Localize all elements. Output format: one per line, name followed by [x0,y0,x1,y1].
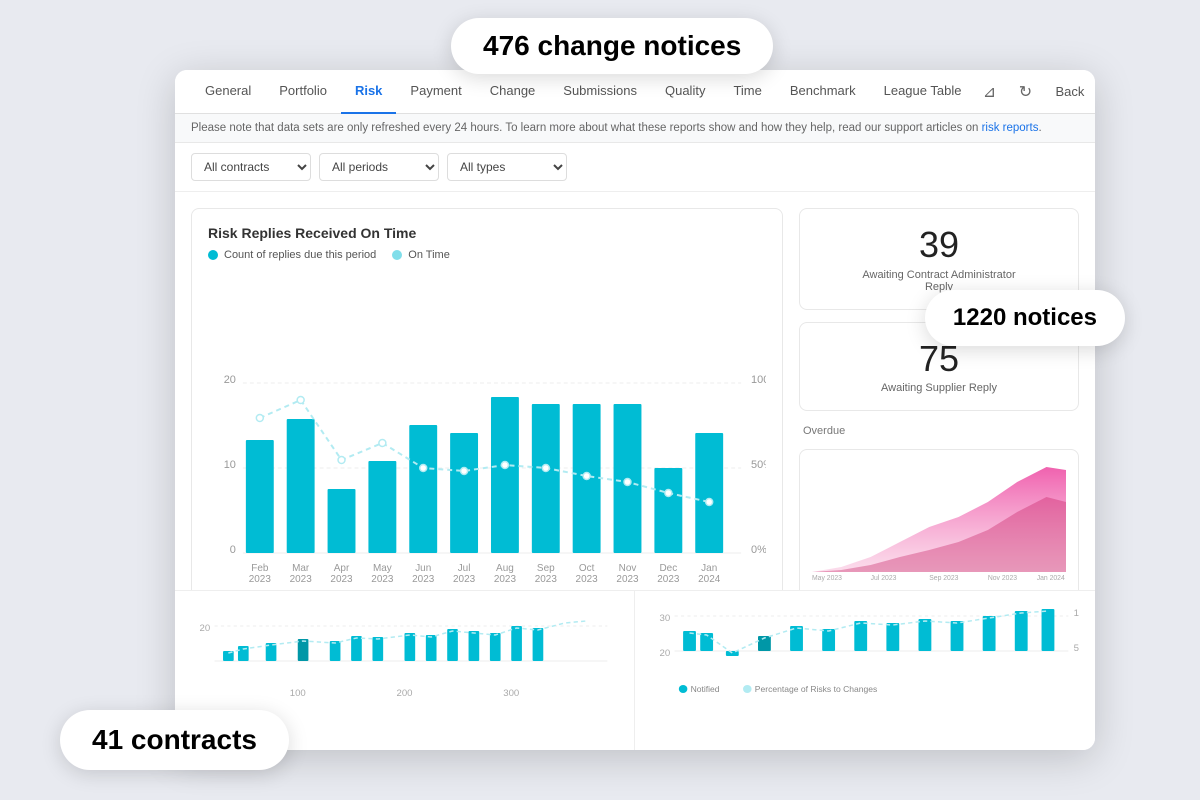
stat-label-ca: Awaiting Contract AdministratorReply [816,269,1062,293]
tab-submissions[interactable]: Submissions [549,70,651,114]
bottom-charts: 20 100 200 300 [175,590,1095,750]
chart-legend: Count of replies due this period On Time [208,249,766,261]
legend-dot-replies [208,250,218,260]
bottom-chart-right: 30 20 100% 50% [635,591,1095,750]
svg-text:100: 100 [290,688,306,698]
tab-payment[interactable]: Payment [396,70,475,114]
svg-text:2023: 2023 [494,574,517,585]
tab-league-table[interactable]: League Table [870,70,976,114]
svg-text:Apr: Apr [334,563,350,574]
contracts-pill: 41 contracts [60,710,289,770]
svg-text:20: 20 [200,623,211,633]
svg-text:300: 300 [503,688,519,698]
svg-text:2024: 2024 [698,574,721,585]
change-notices-pill: 476 change notices [451,18,773,74]
svg-text:0: 0 [230,544,236,556]
svg-text:2023: 2023 [453,574,476,585]
svg-text:Mar: Mar [292,563,310,574]
svg-text:Sep: Sep [537,563,555,574]
svg-text:Jul: Jul [458,563,471,574]
svg-text:2023: 2023 [290,574,313,585]
svg-text:Dec: Dec [659,563,677,574]
svg-text:30: 30 [660,613,671,623]
svg-text:0%: 0% [751,544,766,556]
svg-text:2023: 2023 [249,574,272,585]
svg-text:20: 20 [224,374,236,386]
svg-text:Sep 2023: Sep 2023 [929,575,958,582]
svg-text:Aug: Aug [496,563,514,574]
svg-text:Nov 2023: Nov 2023 [988,575,1017,582]
svg-text:Jan: Jan [701,563,717,574]
svg-text:200: 200 [396,688,412,698]
svg-text:100%: 100% [751,374,766,386]
tab-portfolio[interactable]: Portfolio [265,70,341,114]
bottom-chart-left-svg: 20 100 200 300 [191,601,618,701]
filter-select-1[interactable]: All contracts [191,153,311,181]
svg-text:2023: 2023 [576,574,599,585]
svg-text:20: 20 [660,648,671,658]
svg-text:50%: 50% [751,459,766,471]
main-chart-svg: 0 10 20 0% 50% 100% [208,273,766,593]
legend-replies: Count of replies due this period [208,249,376,261]
svg-text:10: 10 [224,459,236,471]
filter-icon[interactable]: ⊿ [975,78,1003,106]
tab-risk[interactable]: Risk [341,70,396,114]
legend-ontime: On Time [392,249,450,261]
svg-text:Oct: Oct [579,563,595,574]
svg-text:Notified: Notified [691,685,720,694]
svg-text:May 2023: May 2023 [812,575,842,582]
tab-benchmark[interactable]: Benchmark [776,70,870,114]
svg-text:2023: 2023 [412,574,435,585]
svg-text:Jun: Jun [415,563,431,574]
filter-select-2[interactable]: All periods [319,153,439,181]
svg-text:2023: 2023 [535,574,558,585]
notice-bar: Please note that data sets are only refr… [175,114,1095,143]
filter-row: All contracts All periods All types [175,143,1095,192]
svg-text:Jul 2023: Jul 2023 [871,575,897,582]
stat-number-ca: 39 [816,225,1062,265]
tab-time[interactable]: Time [719,70,775,114]
back-button[interactable]: Back [1047,80,1092,103]
svg-text:100%: 100% [1074,608,1079,618]
refresh-icon[interactable]: ↻ [1011,78,1039,106]
risk-reports-link[interactable]: risk reports [982,122,1039,134]
svg-text:50%: 50% [1074,643,1079,653]
filter-select-3[interactable]: All types [447,153,567,181]
stat-label-supplier: Awaiting Supplier Reply [816,382,1062,394]
svg-text:2023: 2023 [657,574,680,585]
legend-dot-ontime [392,250,402,260]
svg-text:2023: 2023 [330,574,353,585]
tab-quality[interactable]: Quality [651,70,719,114]
svg-text:Nov: Nov [619,563,637,574]
svg-text:2023: 2023 [371,574,394,585]
svg-text:Jan 2024: Jan 2024 [1037,575,1065,582]
svg-text:May: May [373,563,392,574]
tab-general[interactable]: General [191,70,265,114]
overdue-label: Overdue [799,423,1079,437]
tab-navigation: General Portfolio Risk Payment Change Su… [175,70,1095,114]
notices-pill: 1220 notices [925,290,1125,346]
dashboard-panel: General Portfolio Risk Payment Change Su… [175,70,1095,750]
svg-text:2023: 2023 [616,574,639,585]
bottom-chart-right-svg: 30 20 100% 50% [651,601,1079,701]
main-chart-title: Risk Replies Received On Time [208,225,766,241]
svg-text:Percentage of Risks to Changes: Percentage of Risks to Changes [755,685,877,694]
area-chart-svg: May 2023 Jul 2023 Sep 2023 Nov 2023 Jan … [812,462,1066,582]
tab-change[interactable]: Change [476,70,550,114]
svg-text:Feb: Feb [251,563,269,574]
